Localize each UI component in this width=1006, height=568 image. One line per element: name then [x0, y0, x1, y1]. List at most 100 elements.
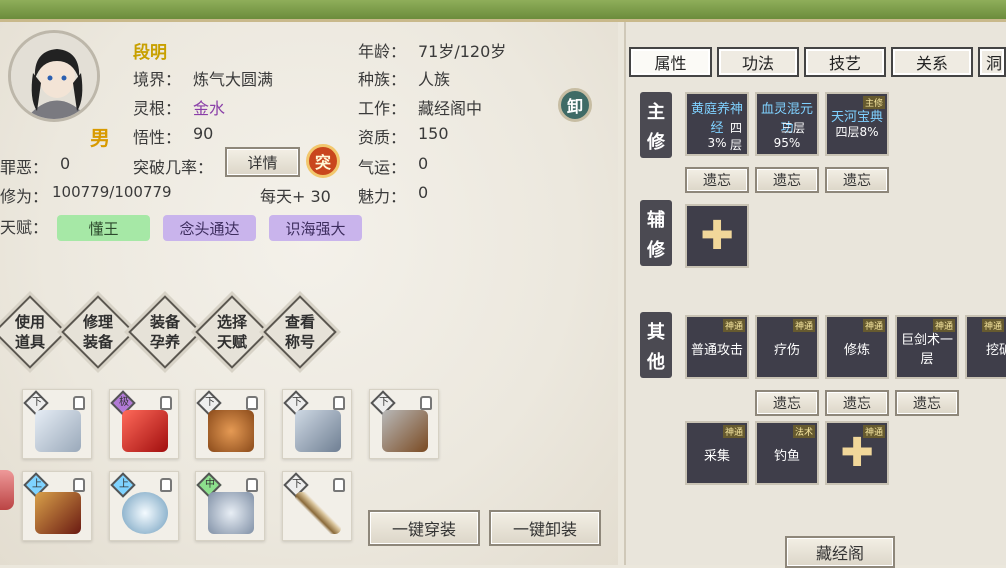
age-value: 71岁/120岁 [418, 42, 507, 61]
root-label: 灵根： [133, 99, 182, 118]
equip-all-button[interactable]: 一键穿装 [368, 510, 480, 546]
equipment-slot[interactable]: 上 [109, 471, 179, 541]
character-name: 段明 [133, 43, 167, 63]
action-label: 装备 孕养 [149, 313, 180, 351]
skill-name: 修炼 [843, 343, 870, 358]
lock-icon [333, 396, 345, 410]
skill-name: 钓鱼 [773, 449, 800, 464]
other-skill-card[interactable]: 神通 巨剑术一层 [895, 315, 959, 379]
job-label: 工作： [358, 99, 407, 118]
talent-tag[interactable]: 念头通达 [163, 215, 256, 241]
unequip-seal-icon[interactable]: 卸 [558, 88, 592, 122]
lock-icon [160, 478, 172, 492]
pendant-icon [208, 410, 254, 452]
forget-button[interactable]: 遗忘 [685, 167, 749, 193]
boots-icon [295, 410, 341, 452]
main-skill-card[interactable]: 主修 天河宝典 四层8% [825, 92, 889, 156]
forget-button[interactable]: 遗忘 [755, 167, 819, 193]
breakthrough-icon[interactable]: 突 [306, 144, 340, 178]
skill-name: 普通攻击 [690, 343, 743, 358]
skill-badge: 神通 [722, 319, 745, 332]
select-talent-button[interactable]: 选择 天赋 [195, 295, 269, 369]
action-label: 选择 天赋 [216, 313, 247, 351]
lock-icon [246, 478, 258, 492]
tab-attributes[interactable]: 属性 [629, 47, 712, 77]
forget-button[interactable]: 遗忘 [755, 390, 819, 416]
luck-label: 气运： [358, 158, 407, 177]
other-skill-card[interactable]: 神通 普通攻击 [685, 315, 749, 379]
view-title-button[interactable]: 查看 称号 [263, 295, 337, 369]
avatar[interactable] [8, 30, 100, 122]
action-label: 查看 称号 [284, 313, 315, 351]
lock-icon [333, 478, 345, 492]
main-cultivation-label: 主修 [640, 92, 672, 158]
lock-icon [73, 396, 85, 410]
tab-cave[interactable]: 洞 [978, 47, 1006, 77]
race-label: 种族： [358, 70, 407, 89]
gender-label: 男 [90, 126, 110, 150]
insight-label: 悟性： [133, 128, 182, 147]
sin-value: 0 [60, 154, 71, 173]
equipment-slot[interactable]: 中 [195, 471, 265, 541]
robe-icon [35, 410, 81, 452]
aptitude-label: 资质： [358, 128, 407, 147]
equipment-slot[interactable]: 下 [22, 389, 92, 459]
skill-progress: 3% [707, 136, 727, 150]
other-skills-label: 其他 [640, 312, 672, 378]
equipment-slot[interactable]: 下 [282, 471, 352, 541]
skill-name: 采集 [703, 449, 730, 464]
tab-skills[interactable]: 技艺 [804, 47, 886, 77]
forget-button[interactable]: 遗忘 [825, 167, 889, 193]
lock-icon [73, 478, 85, 492]
action-label: 使用 道具 [14, 313, 45, 351]
equipment-slot[interactable]: 下 [369, 389, 439, 459]
other-skill-card[interactable]: 神通 采集 [685, 421, 749, 485]
main-skill-card[interactable]: 血灵混元功 三层 95% [755, 92, 819, 156]
root-value: 金水 [193, 99, 226, 118]
top-banner-strip [0, 0, 1006, 22]
skill-badge: 法术 [792, 425, 815, 438]
plus-icon: ✚ [700, 213, 734, 259]
other-skill-card[interactable]: 神通 疗伤 [755, 315, 819, 379]
talent-tag[interactable]: 识海强大 [269, 215, 362, 241]
skill-name: 巨剑术一层 [901, 333, 954, 367]
breakthrough-label: 突破几率： [133, 158, 214, 177]
lock-icon [160, 396, 172, 410]
nurture-equipment-button[interactable]: 装备 孕养 [128, 295, 202, 369]
repair-equipment-button[interactable]: 修理 装备 [61, 295, 135, 369]
cultivation-label: 修为： [0, 187, 49, 206]
add-other-skill-button[interactable]: 神通 ✚ [825, 421, 889, 485]
forget-button[interactable]: 遗忘 [895, 390, 959, 416]
other-skill-card[interactable]: 神通 挖矿 [965, 315, 1006, 379]
other-skill-card[interactable]: 法术 钓鱼 [755, 421, 819, 485]
job-value: 藏经阁中 [418, 99, 483, 118]
action-label: 修理 装备 [82, 313, 113, 351]
tab-techniques[interactable]: 功法 [717, 47, 799, 77]
talent-tag[interactable]: 懂王 [57, 215, 150, 241]
realm-value: 炼气大圆满 [193, 70, 274, 89]
equipment-slot[interactable]: 下 [282, 389, 352, 459]
insight-value: 90 [193, 124, 214, 143]
other-skill-card[interactable]: 神通 修炼 [825, 315, 889, 379]
unequip-all-button[interactable]: 一键卸装 [489, 510, 601, 546]
skill-badge: 神通 [981, 319, 1004, 332]
tab-relations[interactable]: 关系 [891, 47, 973, 77]
forget-button[interactable]: 遗忘 [825, 390, 889, 416]
cultivation-value: 100779/100779 [52, 183, 172, 201]
skill-progress: 95% [773, 136, 801, 150]
equipment-slot[interactable]: 极 [109, 389, 179, 459]
spirit-token-icon [208, 492, 254, 534]
equipment-slot[interactable]: 上 [22, 471, 92, 541]
skill-badge: 神通 [722, 425, 745, 438]
use-item-button[interactable]: 使用 道具 [0, 295, 67, 369]
luck-value: 0 [418, 154, 429, 173]
side-tab-icon[interactable] [0, 470, 14, 510]
scripture-library-button[interactable]: 藏经阁 [785, 536, 895, 568]
daily-gain: 每天+ 30 [260, 187, 331, 206]
skill-badge: 神通 [792, 319, 815, 332]
main-skill-card[interactable]: 黄庭养神经 四层 3% [685, 92, 749, 156]
detail-button[interactable]: 详情 [225, 147, 300, 177]
equipment-slot[interactable]: 下 [195, 389, 265, 459]
add-aux-skill-button[interactable]: ✚ [685, 204, 749, 268]
skill-name: 挖矿 [985, 343, 1006, 358]
